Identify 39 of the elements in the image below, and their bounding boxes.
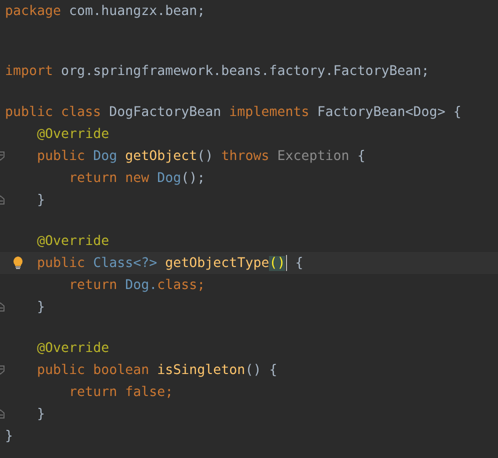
code-token: public class bbox=[5, 104, 102, 120]
code-token: import bbox=[5, 64, 54, 78]
code-token: ; bbox=[197, 278, 206, 292]
code-token: implements bbox=[229, 104, 310, 120]
code-token: @Override bbox=[37, 340, 110, 356]
code-token: getObject bbox=[125, 148, 198, 164]
code-token: Class<?> bbox=[93, 256, 158, 270]
code-token: FactoryBean<Dog> { bbox=[317, 104, 462, 120]
code-token: () { bbox=[245, 362, 278, 378]
code-token: @Override bbox=[37, 234, 110, 248]
code-token: } bbox=[37, 300, 46, 314]
code-token: } bbox=[37, 192, 46, 208]
code-token: @Override bbox=[37, 126, 110, 142]
code-token: (); bbox=[181, 170, 206, 186]
code-token: return bbox=[69, 278, 118, 292]
code-token: return false; bbox=[69, 384, 174, 400]
code-token: Dog. bbox=[125, 278, 158, 292]
code-token: { bbox=[357, 148, 366, 164]
lightbulb-icon[interactable] bbox=[13, 256, 23, 270]
code-token: class bbox=[157, 278, 198, 292]
code-token: () bbox=[269, 256, 286, 270]
code-token: org.springframework.beans.factory.FactoryBean; bbox=[61, 64, 430, 78]
code-token: Dog bbox=[93, 148, 118, 164]
code-token: public bbox=[37, 256, 86, 270]
code-token: package bbox=[5, 4, 62, 18]
code-token: throws bbox=[221, 148, 270, 164]
code-token: { bbox=[295, 256, 304, 270]
code-token: return new bbox=[69, 170, 150, 186]
code-token: com.huangzx.bean; bbox=[69, 4, 206, 18]
code-token: DogFactoryBean bbox=[109, 104, 222, 120]
code-token: () bbox=[197, 148, 214, 164]
code-token: } bbox=[37, 406, 46, 422]
code-token: public boolean bbox=[37, 362, 150, 378]
code-token: getObjectType bbox=[165, 256, 270, 270]
code-token: public bbox=[37, 148, 86, 164]
code-token: Dog bbox=[157, 170, 182, 186]
code-token: } bbox=[5, 428, 14, 444]
code-token: Exception bbox=[277, 148, 350, 164]
code-token: isSingleton bbox=[157, 362, 246, 378]
